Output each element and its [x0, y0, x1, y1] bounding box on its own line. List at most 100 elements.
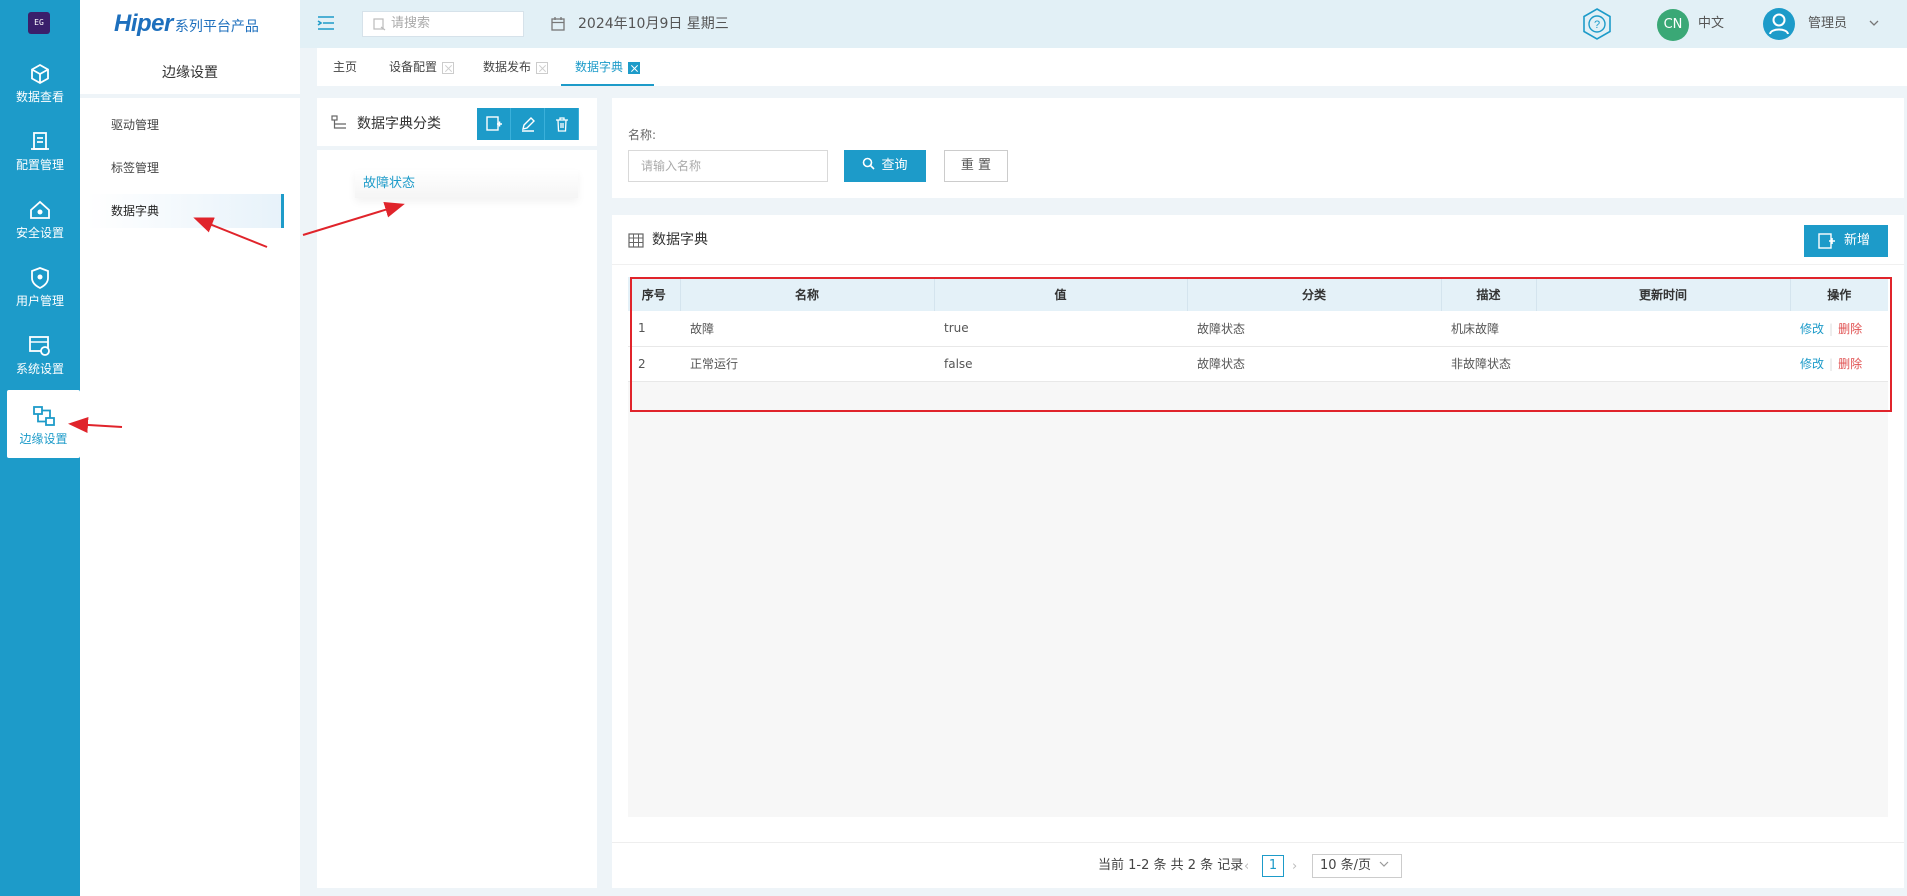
sidebar-item-tags[interactable]: 标签管理 [87, 151, 284, 185]
current-date: 2024年10月9日 星期三 [578, 16, 729, 32]
edit-link[interactable]: 修改 [1800, 357, 1824, 371]
search-button[interactable]: 查询 [844, 150, 926, 182]
rail-item-security[interactable]: 安全设置 [0, 184, 80, 252]
edit-category-button[interactable] [511, 108, 545, 140]
language-label[interactable]: 中文 [1698, 0, 1724, 48]
table-header-row: 序号 名称 值 分类 描述 更新时间 操作 [628, 277, 1888, 311]
search-icon [373, 18, 386, 31]
pagination: 当前 1-2 条 共 2 条 记录 ‹ 1 › 10 条/页 [612, 842, 1904, 888]
cell-category: 故障状态 [1187, 311, 1441, 347]
config-icon [31, 132, 49, 150]
rail-item-config[interactable]: 配置管理 [0, 116, 80, 184]
security-icon [30, 200, 50, 219]
trash-icon [555, 117, 568, 132]
col-header-actions: 操作 [1790, 277, 1888, 311]
system-icon [29, 336, 50, 356]
chevron-down-icon [1379, 861, 1389, 867]
rail-item-system[interactable]: 系统设置 [0, 320, 80, 388]
edit-link[interactable]: 修改 [1800, 322, 1824, 336]
left-rail: EG 数据查看 配置管理 安全设置 用户管理 系统设置 边缘设置 [0, 0, 80, 896]
search-icon [863, 157, 876, 170]
col-header-name: 名称 [680, 277, 935, 311]
col-header-category: 分类 [1187, 277, 1442, 311]
table-icon [628, 233, 644, 248]
tree-icon [331, 115, 346, 129]
close-icon[interactable] [536, 61, 549, 74]
brand-logo: Hiper 系列平台产品 [80, 0, 300, 48]
delete-link[interactable]: 删除 [1838, 357, 1862, 371]
rail-item-label: 用户管理 [15, 294, 64, 308]
rail-item-label: 系统设置 [15, 362, 64, 376]
tree-node-fault-status[interactable]: 故障状态 [355, 170, 578, 198]
col-header-desc: 描述 [1441, 277, 1537, 311]
pagination-summary: 当前 1-2 条 共 2 条 记录 [1098, 858, 1244, 873]
rail-item-edge-settings[interactable]: 边缘设置 [7, 390, 80, 458]
action-divider: | [1829, 357, 1834, 371]
close-icon[interactable] [442, 61, 455, 74]
rail-item-label: 配置管理 [15, 158, 64, 172]
col-header-updated: 更新时间 [1536, 277, 1791, 311]
cell-updated [1536, 346, 1790, 382]
rail-item-data-view[interactable]: 数据查看 [0, 48, 80, 116]
rail-item-label: 数据查看 [15, 90, 64, 104]
col-header-value: 值 [934, 277, 1188, 311]
cell-updated [1536, 311, 1790, 347]
next-page-icon[interactable]: › [1292, 859, 1297, 874]
tab-data-dictionary[interactable]: 数据字典 [561, 48, 655, 86]
delete-link[interactable]: 删除 [1838, 322, 1862, 336]
category-actions [477, 108, 579, 140]
data-title: 数据字典 [652, 232, 708, 248]
user-icon [1769, 13, 1789, 35]
sidebar-item-driver[interactable]: 驱动管理 [87, 108, 284, 142]
cube-icon [31, 63, 49, 85]
tab-home[interactable]: 主页 [333, 48, 357, 86]
rail-item-label: 安全设置 [15, 226, 64, 240]
query-panel: 名称: 请输入名称 查询 重 置 [612, 98, 1904, 198]
app-logo: EG [28, 12, 50, 34]
help-icon[interactable]: ? [1578, 6, 1616, 42]
top-bar: 请搜索 2024年10月9日 星期三 ? CN 中文 管理员 [300, 0, 1907, 48]
language-badge[interactable]: CN [1657, 9, 1689, 41]
rail-item-users[interactable]: 用户管理 [0, 252, 80, 320]
prev-page-icon[interactable]: ‹ [1244, 859, 1249, 874]
close-icon[interactable] [628, 61, 641, 74]
data-panel: 数据字典 新增 序号 名称 值 分类 描述 更新时间 操作 1 故障 true … [612, 215, 1904, 888]
cell-actions: 修改 | 删除 [1790, 311, 1888, 347]
tab-bar: 主页 设备配置 数据发布 数据字典 [317, 48, 1907, 86]
cell-desc: 机床故障 [1441, 311, 1536, 347]
category-header: 数据字典分类 [317, 98, 597, 150]
tab-label: 数据发布 [483, 60, 532, 74]
sub-sidebar: Hiper 系列平台产品 边缘设置 驱动管理 标签管理 数据字典 [80, 0, 300, 896]
delete-category-button[interactable] [545, 108, 579, 140]
add-category-button[interactable] [477, 108, 511, 140]
tab-data-publish[interactable]: 数据发布 [483, 48, 549, 86]
page-number[interactable]: 1 [1262, 855, 1284, 877]
user-name[interactable]: 管理员 [1808, 0, 1847, 48]
search-input[interactable]: 请搜索 [362, 11, 524, 37]
tab-device-config[interactable]: 设备配置 [389, 48, 455, 86]
name-label: 名称: [628, 128, 657, 142]
sidebar-title: 边缘设置 [80, 48, 300, 98]
page-size-label: 10 条/页 [1320, 858, 1372, 873]
search-button-label: 查询 [881, 158, 908, 173]
brand-main: Hiper [114, 10, 173, 37]
sidebar-item-dictionary[interactable]: 数据字典 [87, 194, 284, 228]
add-button[interactable]: 新增 [1804, 225, 1888, 257]
chevron-down-icon[interactable] [1868, 17, 1880, 29]
brand-sub: 系列平台产品 [174, 19, 259, 35]
calendar-icon [551, 17, 565, 31]
name-input[interactable]: 请输入名称 [628, 150, 828, 182]
pencil-icon [521, 117, 535, 132]
add-button-label: 新增 [1844, 233, 1871, 248]
search-placeholder: 请搜索 [391, 16, 431, 31]
table-container: 序号 名称 值 分类 描述 更新时间 操作 1 故障 true 故障状态 机床故… [628, 277, 1888, 817]
tab-label: 主页 [333, 60, 358, 74]
tab-label: 数据字典 [575, 60, 624, 74]
col-header-no: 序号 [628, 277, 681, 311]
svg-text:?: ? [1594, 19, 1600, 31]
reset-button[interactable]: 重 置 [944, 150, 1008, 182]
page-size-select[interactable]: 10 条/页 [1312, 854, 1402, 878]
avatar[interactable] [1763, 8, 1795, 40]
menu-toggle-icon[interactable] [317, 14, 335, 32]
table-row: 1 故障 true 故障状态 机床故障 修改 | 删除 [628, 311, 1888, 347]
